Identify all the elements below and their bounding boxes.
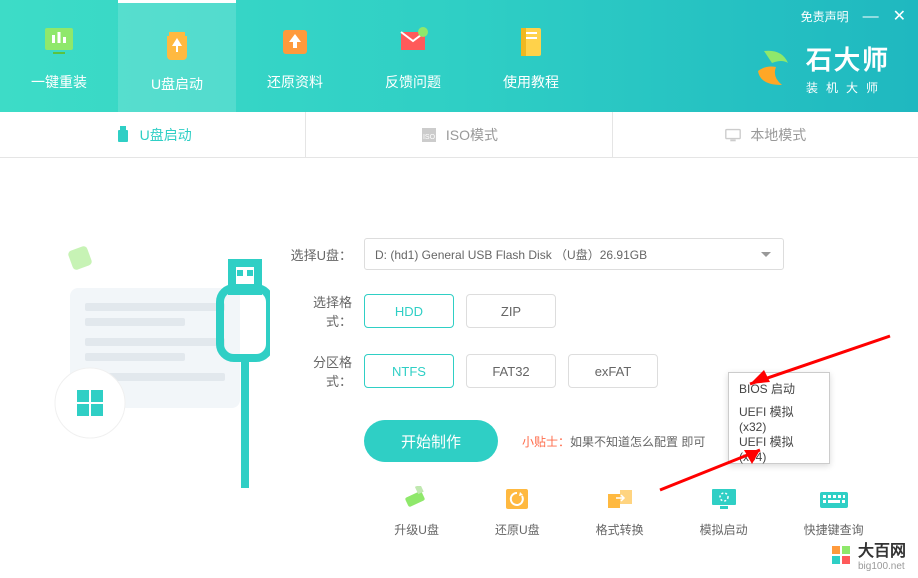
tab-iso[interactable]: ISO ISO模式 [306,112,612,157]
format-hdd-button[interactable]: HDD [364,294,454,328]
window-controls: 免责声明 — ✕ [801,8,906,25]
watermark: 大百网 big100.net [830,543,906,572]
mode-tabs: U盘启动 ISO ISO模式 本地模式 [0,112,918,158]
upgrade-usb-icon [401,485,433,513]
tab-label: ISO模式 [446,125,498,145]
nav-label: U盘启动 [151,74,203,94]
tools-row: 升级U盘 还原U盘 格式转换 模拟启动 快捷键查询 [380,485,878,538]
usb-label: 选择U盘： [290,245,352,264]
usb-select[interactable]: D: (hd1) General USB Flash Disk （U盘）26.9… [364,238,784,270]
tool-simulate-boot[interactable]: 模拟启动 [700,485,748,538]
nav-label: 还原资料 [267,72,323,92]
disclaimer-link[interactable]: 免责声明 [801,8,849,25]
nav-feedback[interactable]: 反馈问题 [354,0,472,112]
partition-exfat-button[interactable]: exFAT [568,354,658,388]
popup-bios[interactable]: BIOS 启动 [729,373,829,403]
start-button[interactable]: 开始制作 [364,420,498,462]
boot-mode-popup: BIOS 启动 UEFI 模拟(x32) UEFI 模拟(x64) [728,372,830,464]
logo-title: 石大师 [806,40,890,77]
tool-label: 还原U盘 [495,521,540,538]
simulate-boot-icon [708,485,740,513]
watermark-url: big100.net [858,561,906,572]
nav-usb-boot[interactable]: U盘启动 [118,0,236,112]
format-convert-icon [604,485,636,513]
watermark-icon [830,544,852,571]
monitor-icon [724,126,742,144]
usb-icon [114,126,132,144]
reinstall-icon [37,20,81,64]
usb-boot-icon [155,22,199,66]
format-zip-button[interactable]: ZIP [466,294,556,328]
nav-reinstall[interactable]: 一键重装 [0,0,118,112]
tool-label: 模拟启动 [700,521,748,538]
header: 免责声明 — ✕ 一键重装 U盘启动 还原资料 反馈问题 使用教程 [0,0,918,112]
tool-label: 快捷键查询 [804,521,864,538]
usb-select-row: 选择U盘： D: (hd1) General USB Flash Disk （U… [290,238,878,270]
feedback-icon [391,20,435,64]
logo-subtitle: 装机大师 [806,79,890,96]
tool-label: 升级U盘 [394,521,439,538]
tab-local[interactable]: 本地模式 [613,112,918,157]
logo-icon [752,47,794,89]
minimize-button[interactable]: — [863,9,879,25]
nav-label: 使用教程 [503,72,559,92]
tutorial-icon [509,20,553,64]
partition-label: 分区格式： [290,352,352,390]
iso-icon: ISO [420,126,438,144]
nav-restore[interactable]: 还原资料 [236,0,354,112]
tool-format-convert[interactable]: 格式转换 [596,485,644,538]
usb-value: D: (hd1) General USB Flash Disk （U盘）26.9… [375,246,647,263]
tab-label: U盘启动 [140,125,192,145]
svg-text:ISO: ISO [423,134,436,141]
tab-usb-boot[interactable]: U盘启动 [0,112,306,157]
partition-fat32-button[interactable]: FAT32 [466,354,556,388]
restore-usb-icon [501,485,533,513]
format-row: 选择格式： HDD ZIP [290,292,878,330]
tool-hotkey-query[interactable]: 快捷键查询 [804,485,864,538]
tab-label: 本地模式 [750,125,806,145]
tool-restore-usb[interactable]: 还原U盘 [495,485,540,538]
tool-upgrade-usb[interactable]: 升级U盘 [394,485,439,538]
usb-illustration [40,188,270,478]
keyboard-icon [818,485,850,513]
close-button[interactable]: ✕ [893,9,906,25]
nav-label: 反馈问题 [385,72,441,92]
tool-label: 格式转换 [596,521,644,538]
nav-label: 一键重装 [31,72,87,92]
restore-icon [273,20,317,64]
popup-uefi-x64[interactable]: UEFI 模拟(x64) [729,433,829,463]
tip-text: 小贴士：如果不知道怎么配置 即可 [522,433,705,450]
format-label: 选择格式： [290,292,352,330]
tip-label: 小贴士： [522,435,570,449]
watermark-title: 大百网 [858,543,906,561]
logo: 石大师 装机大师 [752,40,890,96]
partition-ntfs-button[interactable]: NTFS [364,354,454,388]
nav-tutorial[interactable]: 使用教程 [472,0,590,112]
popup-uefi-x32[interactable]: UEFI 模拟(x32) [729,403,829,433]
